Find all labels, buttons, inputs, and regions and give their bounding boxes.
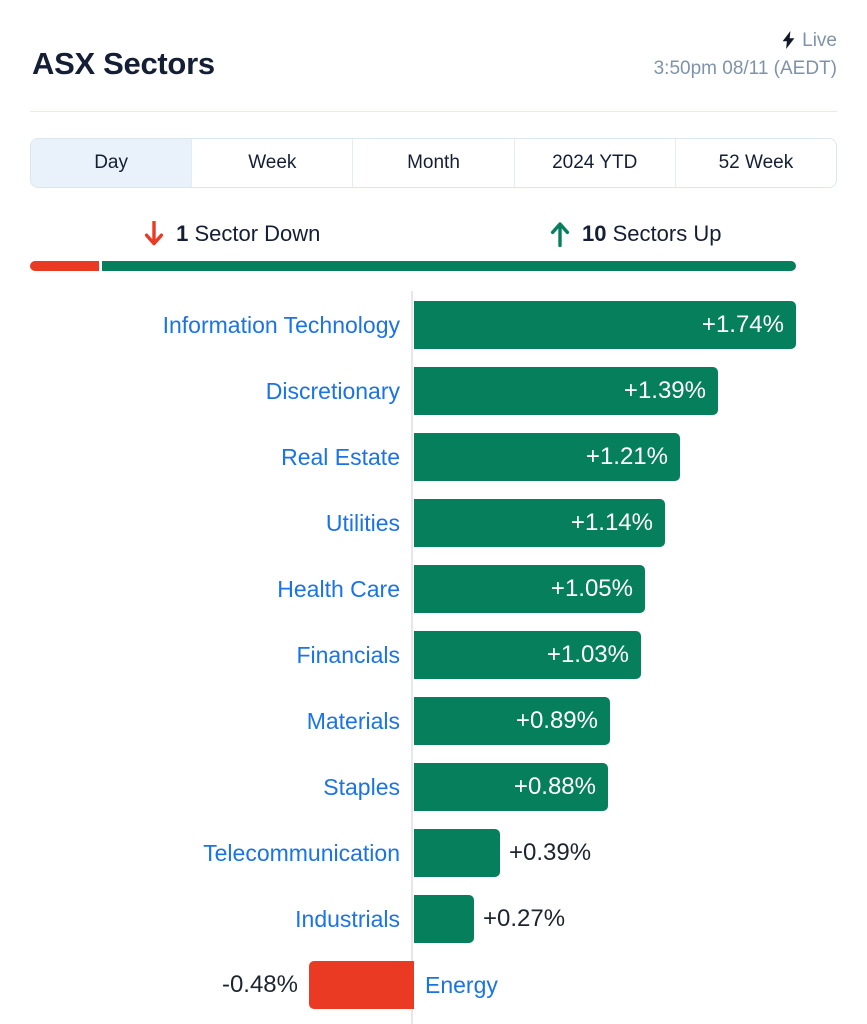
tab-2024-ytd[interactable]: 2024 YTD xyxy=(514,139,676,187)
tab-day[interactable]: Day xyxy=(31,139,193,187)
sector-value-label: +0.27% xyxy=(483,905,566,932)
sector-name-link[interactable]: Telecommunication xyxy=(203,829,400,877)
bar-row: +1.39% Discretionary xyxy=(0,367,867,415)
header-divider xyxy=(30,111,837,112)
sector-bar[interactable]: +1.74% xyxy=(414,301,796,349)
sector-name-link[interactable]: Financials xyxy=(296,631,400,679)
sectors-up-count: 10 xyxy=(582,221,607,246)
sectors-down-summary: 1 Sector Down xyxy=(30,214,434,254)
arrow-up-icon xyxy=(549,221,571,247)
sector-bar[interactable]: +0.89% xyxy=(414,697,610,745)
widget-header: ASX Sectors Live 3:50pm 08/11 (AEDT) xyxy=(0,0,867,112)
sector-value-label: +1.14% xyxy=(570,509,653,536)
sector-value-label: +1.03% xyxy=(546,641,629,668)
sector-name-link[interactable]: Staples xyxy=(323,763,400,811)
sectors-down-label: Sector Down xyxy=(188,221,321,246)
sector-bar[interactable]: +0.88% xyxy=(414,763,608,811)
market-timestamp: 3:50pm 08/11 (AEDT) xyxy=(653,58,837,79)
sector-bar[interactable]: +1.05% xyxy=(414,565,645,613)
period-tabs[interactable]: Day Week Month 2024 YTD 52 Week xyxy=(30,138,837,188)
sector-bar[interactable]: +1.39% xyxy=(414,367,718,415)
sector-name-link[interactable]: Industrials xyxy=(295,895,400,943)
asx-sectors-widget: ASX Sectors Live 3:50pm 08/11 (AEDT) Day… xyxy=(0,0,867,1024)
bar-row: Energy -0.48% xyxy=(0,961,867,1009)
bar-row: +1.03% Financials xyxy=(0,631,867,679)
sector-name-link[interactable]: Materials xyxy=(307,697,400,745)
sectors-up-label: Sectors Up xyxy=(606,221,722,246)
bar-row: +1.14% Utilities xyxy=(0,499,867,547)
sector-name-link[interactable]: Utilities xyxy=(326,499,400,547)
bar-row: Telecommunication +0.39% xyxy=(0,829,867,877)
bar-row: +0.88% Staples xyxy=(0,763,867,811)
sector-bar[interactable] xyxy=(414,829,500,877)
sector-performance-chart: +1.74% Information Technology +1.39% Discre… xyxy=(0,291,867,1024)
sectors-up-text: 10 Sectors Up xyxy=(582,223,721,245)
sectors-down-count: 1 xyxy=(176,221,189,246)
sector-value-label: +0.89% xyxy=(515,707,598,734)
sectors-down-text: 1 Sector Down xyxy=(176,223,320,245)
sector-value-label: +1.05% xyxy=(550,575,633,602)
sector-bar[interactable]: +1.14% xyxy=(414,499,665,547)
bar-row: Industrials +0.27% xyxy=(0,895,867,943)
sector-bar[interactable]: +1.03% xyxy=(414,631,641,679)
arrow-down-icon xyxy=(143,221,165,247)
bar-row: +1.74% Information Technology xyxy=(0,301,867,349)
tab-52-week[interactable]: 52 Week xyxy=(675,139,836,187)
sectors-up-summary: 10 Sectors Up xyxy=(434,214,838,254)
sector-name-link[interactable]: Discretionary xyxy=(266,367,400,415)
tab-week[interactable]: Week xyxy=(192,139,354,187)
sector-value-label: +0.88% xyxy=(513,773,596,800)
bar-row: +1.21% Real Estate xyxy=(0,433,867,481)
sector-value-label: +1.39% xyxy=(623,377,706,404)
page-title: ASX Sectors xyxy=(32,46,215,81)
bar-row: +1.05% Health Care xyxy=(0,565,867,613)
tab-month[interactable]: Month xyxy=(353,139,515,187)
ratio-up-segment xyxy=(101,261,796,271)
bar-row: +0.89% Materials xyxy=(0,697,867,745)
sector-value-label: -0.48% xyxy=(221,971,298,998)
sector-name-link[interactable]: Real Estate xyxy=(281,433,400,481)
live-status-block: Live 3:50pm 08/11 (AEDT) xyxy=(654,28,837,81)
sector-value-label: +1.74% xyxy=(701,311,784,338)
ratio-down-segment xyxy=(30,261,99,271)
sector-name-link[interactable]: Information Technology xyxy=(163,301,400,349)
sector-value-label: +1.21% xyxy=(585,443,668,470)
sector-value-label: +0.39% xyxy=(509,839,592,866)
sector-name-link[interactable]: Energy xyxy=(425,961,498,1009)
live-label: Live xyxy=(802,29,837,51)
sector-bar[interactable] xyxy=(414,895,474,943)
sector-summary: 1 Sector Down 10 Sectors Up xyxy=(30,214,837,254)
up-down-ratio-bar xyxy=(30,261,796,271)
sector-name-link[interactable]: Health Care xyxy=(277,565,400,613)
bolt-icon xyxy=(782,31,795,49)
sector-bar[interactable] xyxy=(309,961,414,1009)
live-status-row: Live xyxy=(654,28,837,52)
sector-bar[interactable]: +1.21% xyxy=(414,433,680,481)
